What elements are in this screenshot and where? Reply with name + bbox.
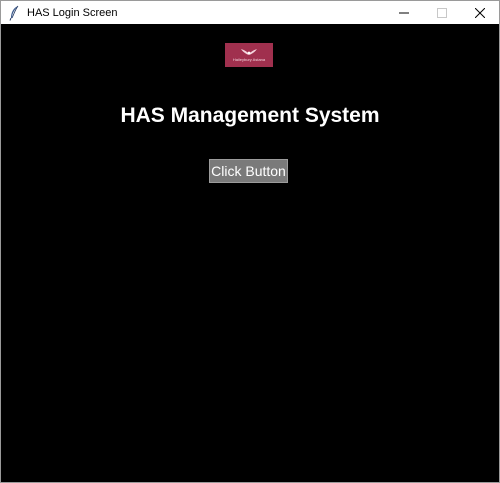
minimize-icon bbox=[399, 12, 409, 13]
logo-text: Haileybury Astana bbox=[232, 57, 266, 62]
feather-icon bbox=[7, 5, 21, 21]
page-title: HAS Management System bbox=[120, 104, 380, 127]
close-icon bbox=[475, 7, 485, 18]
minimize-button[interactable] bbox=[385, 1, 423, 24]
app-window: HAS Login Screen Haileybury Astana HAS M… bbox=[0, 0, 500, 483]
window-title: HAS Login Screen bbox=[27, 6, 118, 19]
click-button[interactable]: Click Button bbox=[209, 159, 288, 183]
maximize-icon bbox=[437, 7, 447, 18]
maximize-button[interactable] bbox=[423, 1, 461, 24]
logo-emblem-icon bbox=[241, 49, 257, 55]
window-controls bbox=[385, 1, 499, 24]
school-logo: Haileybury Astana bbox=[225, 43, 273, 67]
title-bar[interactable]: HAS Login Screen bbox=[1, 1, 499, 24]
main-content: Haileybury Astana HAS Management System … bbox=[1, 24, 499, 482]
close-button[interactable] bbox=[461, 1, 499, 24]
